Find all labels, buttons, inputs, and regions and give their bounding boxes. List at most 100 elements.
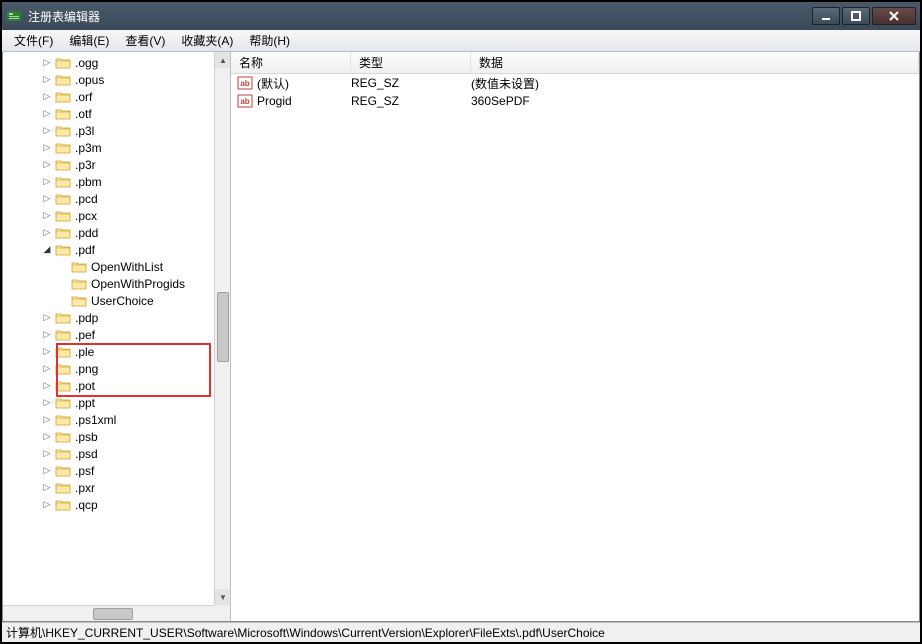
expand-icon[interactable]: ▷ xyxy=(41,57,53,69)
tree-item-label: .pef xyxy=(75,328,95,342)
close-button[interactable] xyxy=(872,7,916,25)
tree-item[interactable]: OpenWithList xyxy=(3,258,214,275)
tree-item[interactable]: ▷ .otf xyxy=(3,105,214,122)
list-header: 名称 类型 数据 xyxy=(231,52,919,74)
scroll-up-arrow[interactable]: ▲ xyxy=(215,52,230,68)
vertical-scrollbar[interactable]: ▲ ▼ xyxy=(214,52,230,605)
folder-icon xyxy=(55,345,71,359)
folder-icon xyxy=(55,396,71,410)
tree-item[interactable]: ▷.pcd xyxy=(3,190,214,207)
value-name: Progid xyxy=(257,94,292,108)
menu-item[interactable]: 查看(V) xyxy=(117,30,173,51)
menu-item[interactable]: 编辑(E) xyxy=(61,30,117,51)
tree-item[interactable]: OpenWithProgids xyxy=(3,275,214,292)
expand-icon[interactable]: ▷ xyxy=(41,431,53,443)
expand-icon[interactable]: ▷ xyxy=(41,193,53,205)
tree-item-label: .pot xyxy=(75,379,95,393)
tree-item[interactable]: ▷.p3m xyxy=(3,139,214,156)
expand-icon[interactable]: ▷ xyxy=(41,397,53,409)
tree-item-label: .png xyxy=(75,362,98,376)
expand-icon[interactable]: ▷ xyxy=(41,499,53,511)
tree-item-label: .opus xyxy=(75,73,104,87)
tree-item[interactable]: ▷ .pef xyxy=(3,326,214,343)
tree-item-label: UserChoice xyxy=(91,294,154,308)
tree-item[interactable]: ▷.psd xyxy=(3,445,214,462)
tree-item-label: .ppt xyxy=(75,396,95,410)
hscroll-thumb[interactable] xyxy=(93,608,133,620)
column-header-data[interactable]: 数据 xyxy=(471,52,919,73)
folder-icon xyxy=(55,362,71,376)
expand-icon[interactable]: ▷ xyxy=(41,125,53,137)
tree-item[interactable]: ▷ .png xyxy=(3,360,214,377)
tree-item-label: .pbm xyxy=(75,175,102,189)
expand-icon[interactable]: ▷ xyxy=(41,142,53,154)
expand-icon[interactable]: ▷ xyxy=(41,414,53,426)
expand-icon[interactable]: ▷ xyxy=(41,329,53,341)
tree-item[interactable]: ▷ .pdd xyxy=(3,224,214,241)
minimize-button[interactable] xyxy=(812,7,840,25)
tree-item[interactable]: ◢.pdf xyxy=(3,241,214,258)
list-row[interactable]: ab(默认)REG_SZ(数值未设置) xyxy=(231,74,919,92)
tree-item[interactable]: ▷ .opus xyxy=(3,71,214,88)
tree-item[interactable]: ▷.orf xyxy=(3,88,214,105)
tree-item-label: .qcp xyxy=(75,498,98,512)
tree-item-label: .psf xyxy=(75,464,94,478)
expand-icon[interactable]: ▷ xyxy=(41,380,53,392)
folder-icon xyxy=(55,175,71,189)
tree-item[interactable]: UserChoice xyxy=(3,292,214,309)
expand-icon[interactable]: ▷ xyxy=(41,482,53,494)
value-type: REG_SZ xyxy=(351,94,471,108)
column-header-type[interactable]: 类型 xyxy=(351,52,471,73)
folder-icon xyxy=(55,243,71,257)
value-name: (默认) xyxy=(257,75,289,92)
tree-item[interactable]: ▷ .pot xyxy=(3,377,214,394)
tree-item[interactable]: ▷.pcx xyxy=(3,207,214,224)
expand-icon[interactable]: ▷ xyxy=(41,159,53,171)
tree-item[interactable]: ▷.ogg xyxy=(3,54,214,71)
folder-icon xyxy=(55,90,71,104)
expand-icon[interactable]: ▷ xyxy=(41,176,53,188)
scroll-down-arrow[interactable]: ▼ xyxy=(215,589,230,605)
expand-icon[interactable]: ▷ xyxy=(41,227,53,239)
tree-item[interactable]: ▷.pxr xyxy=(3,479,214,496)
tree-item[interactable]: ▷.psb xyxy=(3,428,214,445)
tree-item[interactable]: ▷.p3l xyxy=(3,122,214,139)
expand-icon[interactable]: ▷ xyxy=(41,312,53,324)
maximize-button[interactable] xyxy=(842,7,870,25)
tree-item[interactable]: ▷.ps1xml xyxy=(3,411,214,428)
column-header-name[interactable]: 名称 xyxy=(231,52,351,73)
collapse-icon[interactable]: ◢ xyxy=(41,244,53,256)
expand-icon[interactable]: ▷ xyxy=(41,465,53,477)
tree-item-label: .otf xyxy=(75,107,92,121)
expand-icon[interactable]: ▷ xyxy=(41,91,53,103)
statusbar: 计算机\HKEY_CURRENT_USER\Software\Microsoft… xyxy=(2,622,920,642)
expand-icon[interactable]: ▷ xyxy=(41,363,53,375)
tree-item[interactable]: ▷ .ppt xyxy=(3,394,214,411)
folder-icon xyxy=(55,430,71,444)
folder-icon xyxy=(55,107,71,121)
scroll-thumb[interactable] xyxy=(217,292,229,362)
folder-icon xyxy=(55,328,71,342)
tree-item[interactable]: ▷.ple xyxy=(3,343,214,360)
folder-icon xyxy=(71,294,87,308)
menu-item[interactable]: 文件(F) xyxy=(6,30,61,51)
expand-icon[interactable]: ▷ xyxy=(41,108,53,120)
expand-icon[interactable]: ▷ xyxy=(41,448,53,460)
tree-item[interactable]: ▷.pdp xyxy=(3,309,214,326)
tree-item-label: .pdd xyxy=(75,226,98,240)
menu-item[interactable]: 帮助(H) xyxy=(241,30,298,51)
tree-item[interactable]: ▷ .psf xyxy=(3,462,214,479)
expand-icon[interactable]: ▷ xyxy=(41,346,53,358)
list-row[interactable]: abProgidREG_SZ360SePDF xyxy=(231,92,919,110)
expand-icon[interactable]: ▷ xyxy=(41,74,53,86)
expand-icon[interactable]: ▷ xyxy=(41,210,53,222)
menubar: 文件(F)编辑(E)查看(V)收藏夹(A)帮助(H) xyxy=(2,30,920,52)
tree-item[interactable]: ▷ .pbm xyxy=(3,173,214,190)
tree-item[interactable]: ▷.p3r xyxy=(3,156,214,173)
tree-item[interactable]: ▷ .qcp xyxy=(3,496,214,513)
folder-icon xyxy=(55,124,71,138)
horizontal-scrollbar[interactable] xyxy=(3,605,214,621)
value-data: (数值未设置) xyxy=(471,75,919,92)
menu-item[interactable]: 收藏夹(A) xyxy=(173,30,241,51)
folder-icon xyxy=(55,56,71,70)
